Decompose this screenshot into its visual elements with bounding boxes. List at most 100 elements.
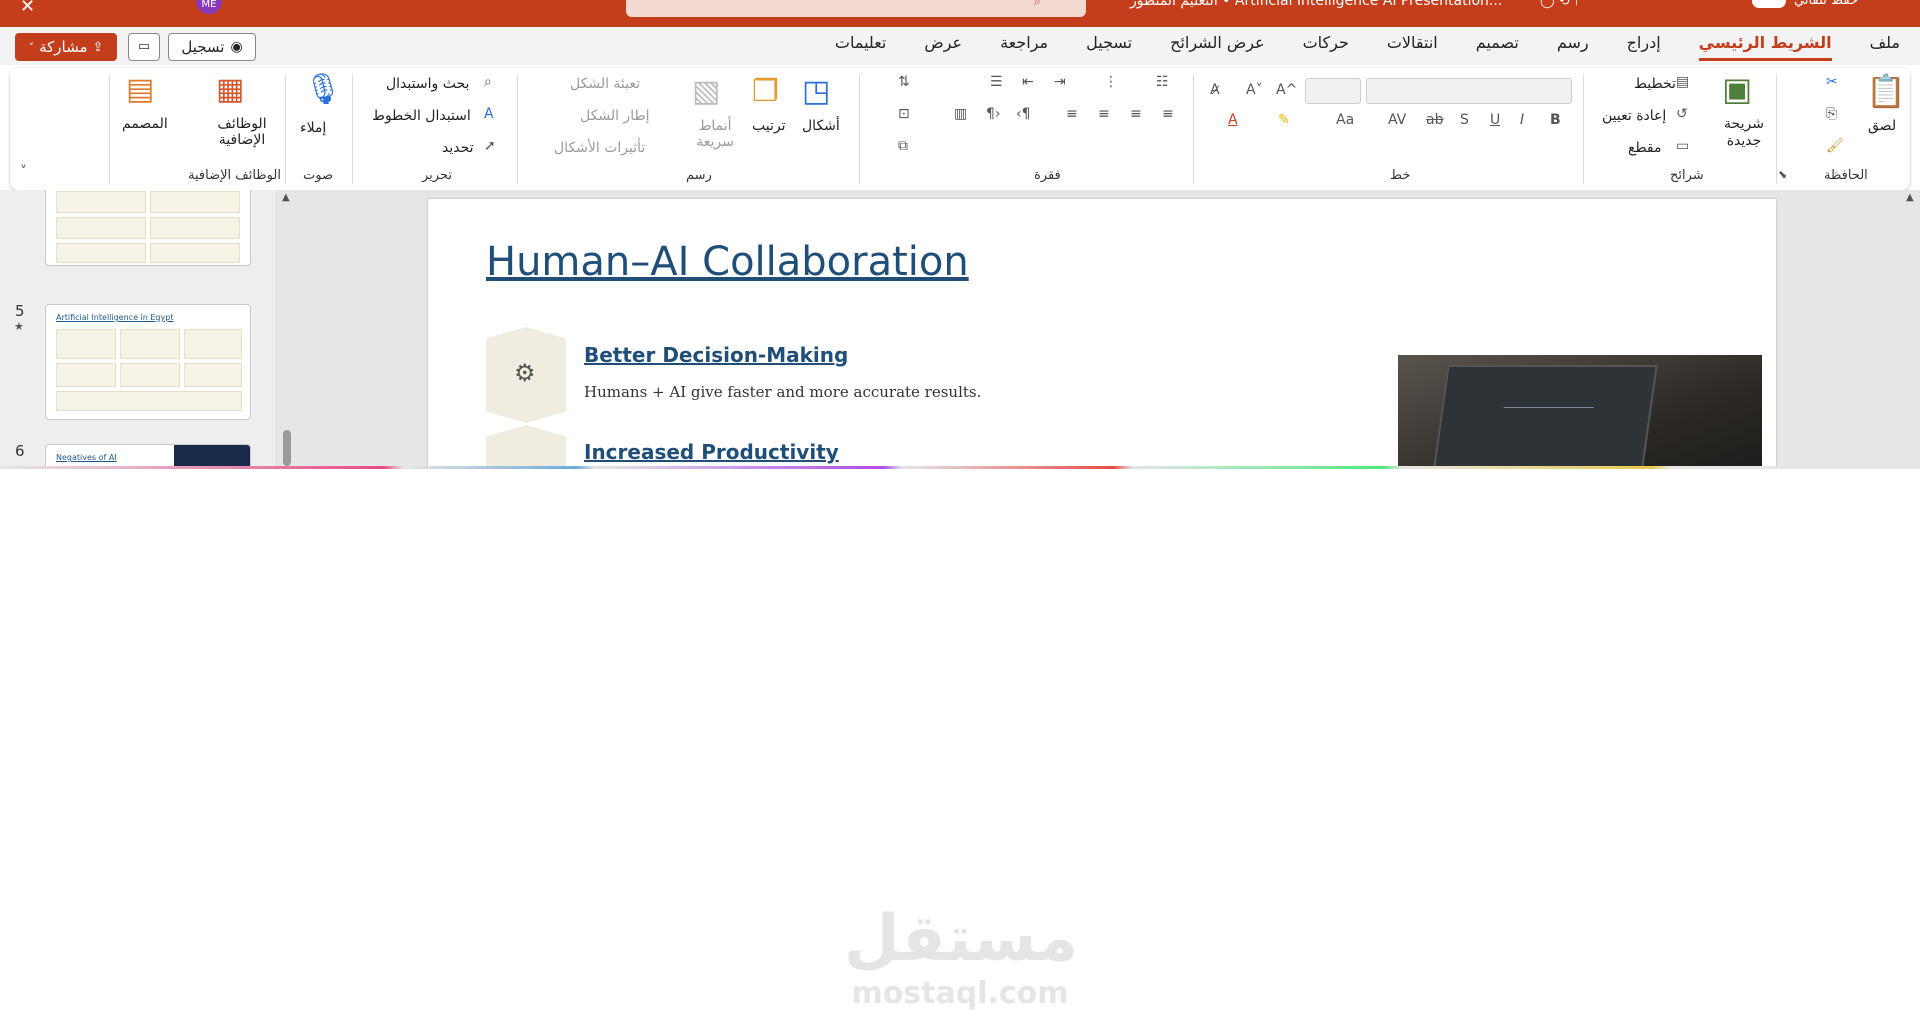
change-case-button[interactable]: Aa bbox=[1336, 112, 1354, 128]
laptop-photo[interactable] bbox=[1398, 355, 1762, 466]
designer-icon[interactable]: ▤ bbox=[126, 72, 154, 107]
tab-view[interactable]: عرض bbox=[924, 33, 962, 61]
comments-button[interactable]: ▭ bbox=[128, 33, 160, 61]
tab-animations[interactable]: حركات bbox=[1303, 33, 1349, 61]
separator bbox=[352, 74, 353, 184]
quick-styles-icon[interactable]: ▧ bbox=[692, 74, 720, 109]
tab-help[interactable]: تعليمات bbox=[835, 33, 886, 61]
section-button[interactable]: مقطع bbox=[1628, 140, 1662, 156]
grow-font-icon[interactable]: A^ bbox=[1276, 82, 1297, 98]
shapes-button[interactable]: أشكال bbox=[802, 118, 840, 134]
clear-format-icon[interactable]: A̷ bbox=[1210, 82, 1220, 98]
tab-transitions[interactable]: انتقالات bbox=[1387, 33, 1438, 61]
rtl-icon[interactable]: ‹¶ bbox=[1016, 106, 1031, 122]
thumb-cell bbox=[56, 363, 116, 387]
font-name-combo[interactable] bbox=[1366, 78, 1572, 104]
bullets-icon[interactable]: ☷ bbox=[1156, 74, 1169, 90]
arrange-button[interactable]: ترتيب bbox=[752, 118, 786, 134]
highlight-icon[interactable]: ✎ bbox=[1278, 112, 1290, 128]
collapse-ribbon-icon[interactable]: ˅ bbox=[20, 164, 27, 180]
align-left-icon[interactable]: ≡ bbox=[1162, 106, 1174, 122]
select-button[interactable]: تحديد bbox=[442, 140, 474, 156]
replace-fonts-button[interactable]: استبدال الخطوط bbox=[372, 108, 471, 124]
columns-icon[interactable]: ▥ bbox=[954, 106, 967, 122]
scroll-thumb[interactable] bbox=[283, 430, 291, 466]
text-direction-icon[interactable]: ⇅ bbox=[898, 74, 910, 90]
search-box[interactable] bbox=[626, 0, 1086, 17]
dialog-launcher-icon[interactable]: ⬊ bbox=[1778, 168, 1787, 181]
copy-icon[interactable]: ⎘ bbox=[1826, 106, 1837, 122]
italic-button[interactable]: I bbox=[1520, 112, 1524, 128]
tab-file[interactable]: ملف bbox=[1870, 33, 1900, 61]
quick-styles-button[interactable]: أنماط سريعة bbox=[690, 118, 740, 150]
tab-record[interactable]: تسجيل bbox=[1086, 33, 1132, 61]
line-spacing-icon[interactable]: ☰ bbox=[990, 74, 1003, 90]
slide-canvas[interactable]: Human–AI Collaboration ⚙ Better Decision… bbox=[428, 199, 1776, 466]
share-button[interactable]: ˅ مشاركة ⇪ bbox=[15, 33, 117, 61]
addins-button[interactable]: الوظائف الإضافية bbox=[202, 116, 282, 148]
document-title[interactable]: التعليم المتطور • Artificial Intelligenc… bbox=[1130, 0, 1502, 9]
record-button[interactable]: تسجيل ◉ bbox=[168, 33, 256, 61]
item-description[interactable]: Humans + AI give faster and more accurat… bbox=[584, 383, 981, 401]
align-text-icon[interactable]: ⊡ bbox=[898, 106, 910, 122]
shape-outline-button[interactable]: إطار الشكل bbox=[580, 108, 650, 124]
paste-icon[interactable]: 📋 bbox=[1866, 72, 1906, 110]
justify-icon[interactable]: ≡ bbox=[1066, 106, 1078, 122]
tab-draw[interactable]: رسم bbox=[1557, 33, 1589, 61]
shape-effects-button[interactable]: تأثيرات الأشكال bbox=[554, 140, 645, 156]
scroll-up-icon[interactable]: ▲ bbox=[282, 192, 290, 203]
ltr-icon[interactable]: ¶› bbox=[986, 106, 1001, 122]
item-heading[interactable]: Increased Productivity bbox=[584, 440, 839, 464]
layout-button[interactable]: تخطيط bbox=[1634, 76, 1676, 92]
font-size-combo[interactable] bbox=[1305, 78, 1361, 104]
slide-scrollbar[interactable]: ▲ bbox=[1904, 190, 1920, 466]
search-icon[interactable]: ⌕ bbox=[1034, 0, 1041, 9]
avatar[interactable]: ME bbox=[196, 0, 222, 14]
dictate-button[interactable]: إملاء bbox=[300, 120, 326, 136]
clipboard-group-label: الحافظة bbox=[1824, 168, 1868, 183]
underline-button[interactable]: U bbox=[1490, 112, 1500, 128]
item-heading[interactable]: Better Decision-Making bbox=[584, 343, 848, 367]
align-center-icon[interactable]: ≡ bbox=[1130, 106, 1142, 122]
thumbnails-scrollbar[interactable]: ▲ bbox=[282, 190, 294, 466]
thumb-slide-title: Artificial Intelligence in Egypt bbox=[56, 313, 174, 322]
tab-home[interactable]: الشريط الرئيسي bbox=[1698, 33, 1832, 61]
scroll-up-icon[interactable]: ▲ bbox=[1906, 192, 1914, 203]
smartart-icon[interactable]: ⧉ bbox=[898, 138, 908, 154]
slide-title[interactable]: Human–AI Collaboration bbox=[486, 239, 969, 285]
find-replace-button[interactable]: بحث واستبدال bbox=[386, 76, 469, 92]
paste-button[interactable]: لصق bbox=[1868, 118, 1896, 134]
addins-icon[interactable]: ▦ bbox=[216, 72, 244, 107]
shape-fill-button[interactable]: تعبئة الشكل bbox=[570, 76, 640, 92]
font-group-label: خط bbox=[1390, 168, 1411, 183]
shrink-font-icon[interactable]: A˅ bbox=[1246, 82, 1263, 98]
quick-access-icons[interactable]: ◯ ⟲ ⤒ ˅ bbox=[1540, 0, 1590, 9]
new-slide-icon[interactable]: ▣ bbox=[1722, 70, 1752, 108]
arrange-icon[interactable]: ❐ bbox=[752, 74, 779, 109]
close-icon[interactable]: ✕ bbox=[20, 0, 35, 17]
cut-icon[interactable]: ✂ bbox=[1826, 74, 1838, 90]
reset-button[interactable]: إعادة تعيين bbox=[1602, 108, 1666, 124]
increase-indent-icon[interactable]: ⇥ bbox=[1054, 74, 1066, 90]
slide-thumbnail[interactable] bbox=[45, 190, 251, 266]
slide-thumbnail[interactable]: Artificial Intelligence in Egypt bbox=[45, 304, 251, 420]
shadow-button[interactable]: S bbox=[1460, 112, 1469, 128]
char-spacing-button[interactable]: AV bbox=[1388, 112, 1406, 128]
align-right-icon[interactable]: ≡ bbox=[1098, 106, 1110, 122]
tab-insert[interactable]: إدراج bbox=[1627, 33, 1661, 61]
bold-button[interactable]: B bbox=[1550, 112, 1561, 128]
new-slide-button[interactable]: شريحة جديدة bbox=[1716, 116, 1772, 150]
font-color-icon[interactable]: A bbox=[1228, 112, 1238, 128]
autosave-toggle[interactable] bbox=[1752, 0, 1786, 8]
strikethrough-button[interactable]: ab bbox=[1426, 112, 1443, 128]
tab-review[interactable]: مراجعة bbox=[1000, 33, 1048, 61]
tab-slideshow[interactable]: عرض الشرائح bbox=[1170, 33, 1264, 61]
decrease-indent-icon[interactable]: ⇤ bbox=[1022, 74, 1034, 90]
numbering-icon[interactable]: ⋮ bbox=[1104, 74, 1118, 90]
tab-design[interactable]: تصميم bbox=[1476, 33, 1519, 61]
designer-button[interactable]: المصمم bbox=[122, 116, 168, 132]
shapes-icon[interactable]: ◳ bbox=[802, 74, 830, 109]
format-painter-icon[interactable]: 🖌 bbox=[1826, 138, 1844, 154]
slide-thumbnail[interactable]: Negatives of AI bbox=[45, 444, 251, 466]
microphone-icon[interactable]: 🎙 bbox=[304, 72, 342, 107]
